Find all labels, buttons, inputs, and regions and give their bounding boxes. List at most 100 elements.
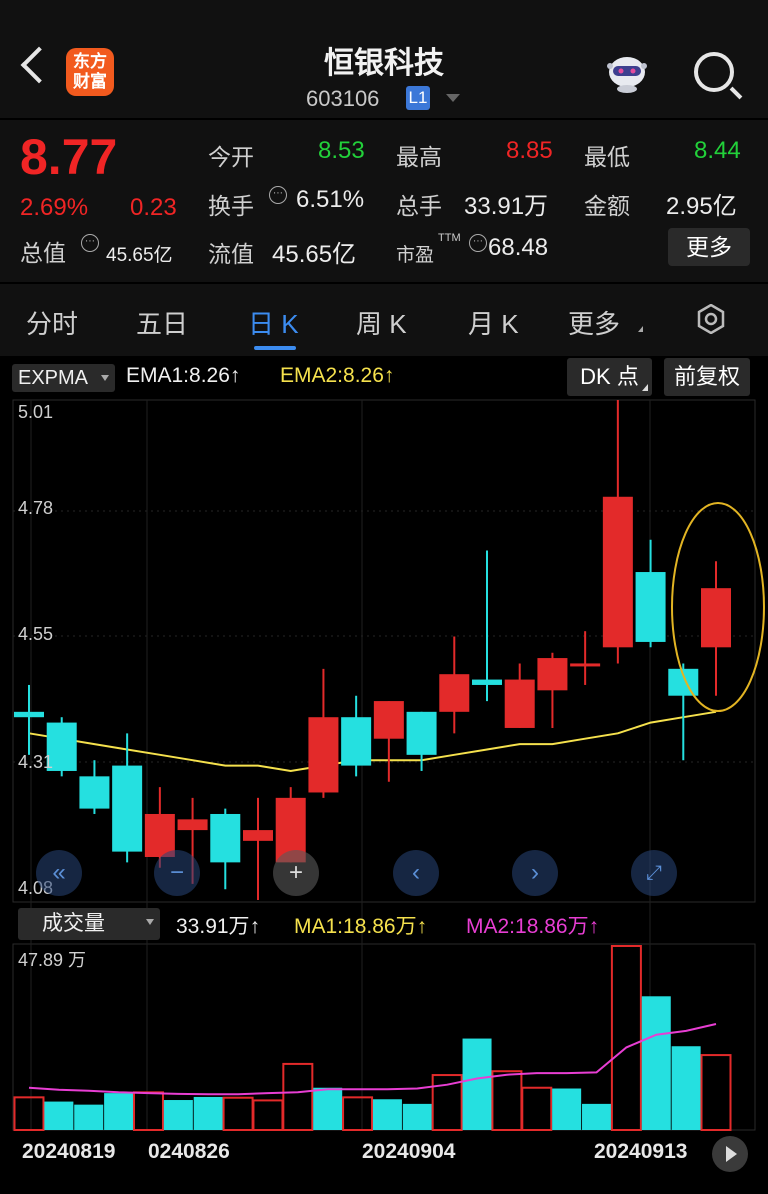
tab-monthly-k[interactable]: 月 K — [468, 304, 519, 341]
volume-bar — [342, 1096, 374, 1131]
volume-bar — [163, 1100, 193, 1130]
ema2-readout: EMA2:8.26↑ — [280, 364, 394, 388]
fullscreen-icon[interactable]: ⤢ — [631, 850, 677, 896]
ema1-readout: EMA1:8.26↑ — [126, 364, 240, 388]
volume-label: 总手 — [396, 193, 442, 219]
ema1-value: EMA1:8.26 — [126, 364, 230, 387]
amount-value: 2.95亿 — [666, 193, 737, 220]
low-value: 8.44 — [694, 137, 741, 164]
candle-body — [14, 711, 44, 718]
candle-body — [308, 717, 339, 793]
tab-intraday[interactable]: 分时 — [26, 304, 78, 341]
total-value: 45.65亿 — [106, 245, 173, 266]
price-adjust-button[interactable]: 前复权 — [664, 358, 750, 396]
volume-bar — [44, 1101, 74, 1130]
stock-code[interactable]: 603106 — [306, 86, 379, 112]
price-tick: 5.01 — [18, 402, 54, 422]
candle-body — [79, 776, 110, 809]
volume-bar — [552, 1088, 582, 1130]
tab-five-day[interactable]: 五日 — [136, 304, 188, 341]
candle-body — [472, 679, 502, 685]
candle-body — [635, 572, 666, 642]
candle-body — [602, 496, 633, 648]
volume-value: 33.91万 — [464, 193, 549, 220]
volume-bar — [252, 1099, 284, 1131]
step-right-icon[interactable]: › — [512, 850, 558, 896]
candle-body — [537, 658, 568, 691]
candle-body — [406, 711, 437, 755]
change-amount: 0.23 — [130, 194, 177, 221]
date-tick: 0240826 — [148, 1140, 230, 1163]
volume-indicator-selector[interactable]: 成交量 — [18, 908, 160, 940]
tab-weekly-k[interactable]: 周 K — [356, 304, 407, 341]
volume-current: 33.91万 — [176, 915, 250, 938]
date-tick: 20240819 — [22, 1140, 116, 1163]
volume-bar — [104, 1093, 134, 1130]
date-tick: 20240913 — [594, 1140, 688, 1163]
up-arrow-icon: ↑ — [229, 364, 241, 387]
volume-bar — [641, 996, 671, 1130]
code-dropdown-caret-icon[interactable] — [446, 94, 460, 102]
play-icon[interactable] — [712, 1136, 748, 1172]
candle-body — [243, 830, 273, 841]
indicator-selector[interactable]: EXPMA — [12, 364, 115, 392]
candle-body — [701, 588, 731, 648]
date-tick: 20240904 — [362, 1140, 456, 1163]
volume-bar — [282, 1062, 314, 1131]
level-badge[interactable]: L1 — [406, 86, 430, 110]
volume-bar — [372, 1099, 402, 1130]
up-arrow-icon: ↑ — [249, 915, 261, 938]
amount-label: 金额 — [584, 193, 630, 219]
info-icon[interactable]: ⋯ — [81, 234, 99, 252]
volume-bar — [313, 1087, 343, 1130]
zoom-out-icon[interactable]: − — [154, 850, 200, 896]
step-left-icon[interactable]: ‹ — [393, 850, 439, 896]
search-icon[interactable] — [694, 52, 734, 92]
volume-bar — [582, 1103, 612, 1130]
change-percent: 2.69% — [20, 194, 89, 221]
tab-daily-k[interactable]: 日 K — [248, 304, 299, 341]
kline-chart[interactable] — [0, 396, 768, 1156]
high-value: 8.85 — [506, 137, 553, 164]
float-value-label: 流值 — [208, 241, 254, 267]
price-tick: 4.55 — [18, 624, 54, 644]
volume-bar — [462, 1038, 492, 1130]
tab-more[interactable]: 更多 — [568, 304, 620, 341]
volume-ma-line — [28, 1023, 717, 1096]
volume-bar — [132, 1091, 164, 1131]
candle-body — [177, 819, 208, 831]
info-icon[interactable]: ⋯ — [469, 234, 487, 252]
volume-bar — [13, 1096, 45, 1131]
gear-icon[interactable] — [696, 304, 726, 334]
up-arrow-icon: ↑ — [588, 915, 600, 938]
pe-ttm-suffix: TTM — [438, 232, 461, 244]
total-value-label: 总值 — [20, 240, 66, 266]
candle-body — [570, 663, 601, 667]
more-quote-button[interactable]: 更多 — [668, 228, 750, 266]
ema2-value: EMA2:8.26 — [280, 364, 384, 387]
zoom-in-icon[interactable]: + — [273, 850, 319, 896]
open-value: 8.53 — [318, 137, 365, 164]
pe-value: 68.48 — [488, 234, 549, 261]
volume-bar — [521, 1086, 553, 1131]
active-tab-underline — [254, 346, 296, 350]
volume-bar — [74, 1104, 104, 1130]
open-label: 今开 — [208, 144, 254, 170]
candle-body — [439, 674, 470, 712]
volume-bar — [700, 1054, 732, 1131]
candle-body — [210, 813, 241, 863]
turnover-label: 换手 — [208, 193, 254, 219]
stock-name: 恒银科技 — [324, 47, 444, 80]
volume-bar — [193, 1096, 223, 1130]
candle-body — [112, 765, 143, 852]
info-icon[interactable]: ⋯ — [269, 186, 287, 204]
vol-ma2-readout: MA2:18.86万↑ — [466, 910, 599, 940]
candle-body — [504, 679, 535, 728]
up-arrow-icon: ↑ — [383, 364, 395, 387]
ema-line — [28, 710, 717, 773]
ai-robot-icon[interactable] — [604, 52, 650, 94]
vol-ma1-value: MA1:18.86万 — [294, 915, 417, 938]
low-label: 最低 — [584, 144, 630, 170]
jump-left-icon[interactable]: « — [36, 850, 82, 896]
dk-point-button[interactable]: DK 点 — [567, 358, 652, 396]
